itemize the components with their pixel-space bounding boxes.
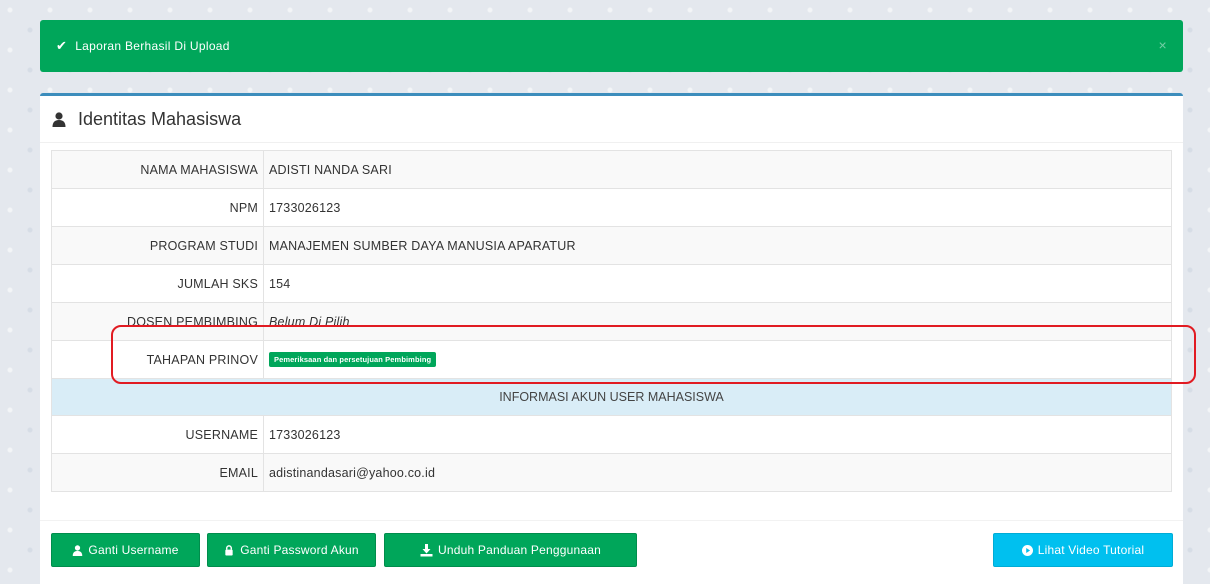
status-badge: Pemeriksaan dan persetujuan Pembimbing <box>269 352 437 368</box>
table-row: EMAIL adistinandasari@yahoo.co.id <box>51 453 1172 492</box>
student-identity-box: Identitas Mahasiswa NAMA MAHASISWA ADIST… <box>40 93 1183 584</box>
change-username-button[interactable]: Ganti Username <box>51 533 200 567</box>
user-icon <box>72 544 83 556</box>
row-label: DOSEN PEMBIMBING <box>51 302 264 341</box>
section-header-row: INFORMASI AKUN USER MAHASISWA <box>51 378 1172 416</box>
close-icon[interactable]: × <box>1159 37 1167 53</box>
check-icon: ✔ <box>56 38 68 53</box>
video-tutorial-label: Lihat Video Tutorial <box>1037 543 1145 557</box>
row-label: TAHAPAN PRINOV <box>51 340 264 379</box>
play-circle-icon <box>1021 544 1033 556</box>
table-row: TAHAPAN PRINOV Pemeriksaan dan persetuju… <box>51 340 1172 379</box>
row-label: EMAIL <box>51 453 264 492</box>
table-row: NPM 1733026123 <box>51 188 1172 227</box>
box-footer: Ganti Username Ganti Password Akun Unduh… <box>40 520 1183 584</box>
row-label: USERNAME <box>51 415 264 454</box>
npm-value: 1733026123 <box>263 188 1172 227</box>
email-value: adistinandasari@yahoo.co.id <box>263 453 1172 492</box>
alert-message: Laporan Berhasil Di Upload <box>75 39 230 53</box>
row-label: NAMA MAHASISWA <box>51 150 264 189</box>
box-header: Identitas Mahasiswa <box>40 96 1183 143</box>
change-password-label: Ganti Password Akun <box>240 543 359 557</box>
lock-icon <box>224 544 235 556</box>
download-icon <box>420 543 433 557</box>
table-row: USERNAME 1733026123 <box>51 415 1172 454</box>
study-program-value: MANAJEMEN SUMBER DAYA MANUSIA APARATUR <box>263 226 1172 265</box>
success-alert: ✔ Laporan Berhasil Di Upload × <box>40 20 1183 72</box>
table-row: NAMA MAHASISWA ADISTI NANDA SARI <box>51 150 1172 189</box>
row-label: PROGRAM STUDI <box>51 226 264 265</box>
box-title: Identitas Mahasiswa <box>78 108 242 129</box>
video-tutorial-button[interactable]: Lihat Video Tutorial <box>993 533 1173 567</box>
table-row: PROGRAM STUDI MANAJEMEN SUMBER DAYA MANU… <box>51 226 1172 265</box>
prinov-stage-cell: Pemeriksaan dan persetujuan Pembimbing <box>263 340 1172 379</box>
download-guide-label: Unduh Panduan Penggunaan <box>438 543 601 557</box>
sks-value: 154 <box>263 264 1172 303</box>
user-icon <box>52 111 68 127</box>
row-label: JUMLAH SKS <box>51 264 264 303</box>
supervisor-value: Belum Di Pilih <box>263 302 1172 341</box>
username-value: 1733026123 <box>263 415 1172 454</box>
change-username-label: Ganti Username <box>88 543 179 557</box>
section-header: INFORMASI AKUN USER MAHASISWA <box>51 378 1172 416</box>
download-guide-button[interactable]: Unduh Panduan Penggunaan <box>384 533 637 567</box>
table-row: DOSEN PEMBIMBING Belum Di Pilih <box>51 302 1172 341</box>
table-row: JUMLAH SKS 154 <box>51 264 1172 303</box>
identity-table: NAMA MAHASISWA ADISTI NANDA SARI NPM 173… <box>51 150 1172 492</box>
student-name-value: ADISTI NANDA SARI <box>263 150 1172 189</box>
change-password-button[interactable]: Ganti Password Akun <box>207 533 376 567</box>
row-label: NPM <box>51 188 264 227</box>
